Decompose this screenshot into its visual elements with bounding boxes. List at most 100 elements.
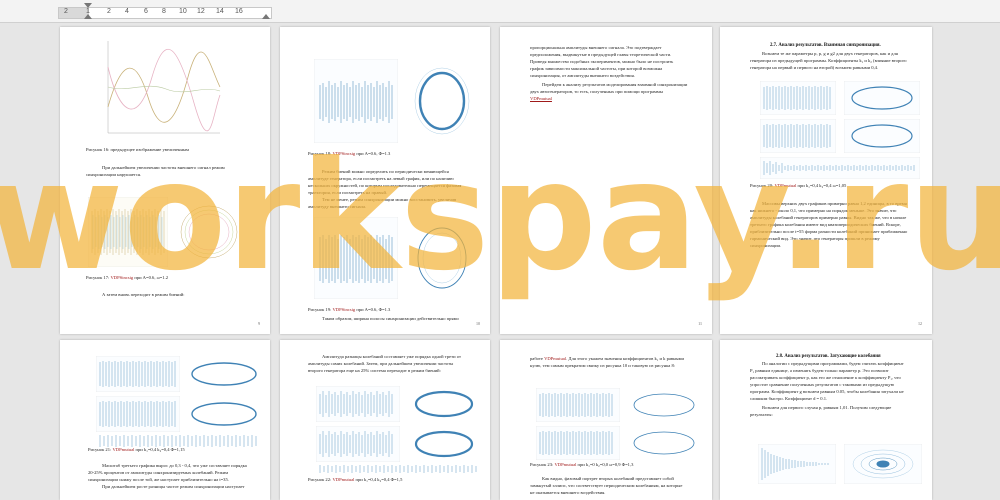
paragraph-line: Перейдем к анализу результатов моделиров… [542, 82, 688, 87]
figure-20-phase-2 [844, 119, 920, 153]
ruler-label: 2 [107, 8, 111, 15]
figure-23-timeseries-1 [536, 388, 620, 422]
paragraph-line: Масштаб третьего графика вырос до 0,3 - … [102, 463, 247, 468]
figure-22-phase-2 [414, 430, 474, 458]
paragraph-line: нескольких окружностей, по которым после… [308, 183, 462, 188]
horizontal-ruler[interactable]: 2 1 2 4 6 8 10 12 14 16 [0, 0, 1000, 23]
figure-23-phase-2 [633, 431, 695, 455]
section-heading: 2.8. Анализ результатов. Затухающие коле… [776, 354, 881, 359]
ruler-label: 12 [197, 8, 205, 15]
ruler-label: 14 [216, 8, 224, 15]
ruler-label: 10 [179, 8, 187, 15]
document-page-11[interactable]: пропорциональна амплитуды внешнего сигна… [500, 27, 712, 334]
page-number: 12 [918, 321, 922, 326]
link-vdpsincsig[interactable]: VDPSincsig [332, 151, 355, 156]
paragraph-line: Массивы верхних двух графиков примерно р… [762, 201, 907, 206]
figure-17-timeseries [88, 197, 168, 267]
paragraph-line: При дальнейшем росте разницы частот режи… [102, 484, 245, 489]
paragraph-line: синхронизации нарушается. [86, 172, 142, 177]
link-vdpmutual[interactable]: VDPmutual [774, 183, 796, 188]
paragraph-line: Возьмем для первого случая p, равным 1,0… [762, 405, 892, 410]
figure-22-timeseries-2 [316, 426, 400, 462]
figure-21-phase-2 [191, 402, 257, 426]
paragraph-line: амплитуду внешнего сигнала. [308, 204, 367, 209]
first-line-indent-marker[interactable] [84, 3, 92, 8]
ruler-label: 8 [162, 8, 166, 15]
figure-20-timeseries-1 [760, 81, 836, 115]
link-vdpmutual[interactable]: VDPmutual [554, 462, 576, 467]
figure-19-timeseries [314, 217, 398, 299]
paragraph-line: Режим биений можно определить по периоди… [322, 169, 449, 174]
paragraph-line: программ. Коэффициент g возьмем равным 0… [750, 389, 904, 394]
ruler-label: 4 [125, 8, 129, 15]
figure-19-phase-portrait [417, 227, 467, 289]
paragraph-line: Р₁ равным единице, а изменять будем толь… [750, 368, 889, 373]
document-page-16[interactable]: 2.8. Анализ результатов. Затухающие коле… [720, 340, 932, 500]
paragraph-line: рассматривать коэффициент p, как его же … [750, 375, 901, 380]
figure-21-timeseries-2 [96, 396, 180, 432]
paragraph-line: амплитуды колебаний генераторов примерно… [750, 215, 907, 220]
paragraph-line: нулю, тем самым прекратим связку из рису… [530, 363, 676, 368]
left-indent-marker[interactable] [84, 14, 92, 19]
link-vdpmutual[interactable]: VDPmutual [530, 96, 552, 102]
paragraph-line: не оказывается внешнего воздействия. [530, 490, 606, 495]
figure-20-phase-1 [844, 81, 920, 115]
figure-22-difference [319, 465, 477, 473]
paragraph-line: генератора на первый и первого на второй… [750, 65, 879, 70]
figure-23-phase-1 [633, 393, 695, 417]
paragraph-line: результаты: [750, 412, 773, 417]
figure-20-timeseries-2 [760, 119, 836, 153]
paragraph-line: приблизительно после t=55 форма разности… [750, 229, 908, 234]
document-page-9[interactable]: Рисунок 16: предыдущее изображение увели… [60, 27, 270, 334]
document-page-13[interactable]: Рисунок 21: VDPmutual при k₁=0,4 k₂=0,4 … [60, 340, 270, 500]
paragraph-line: работе VDPmutual. Для этого укажем значе… [530, 356, 685, 361]
figure-24-damped-timeseries [758, 444, 836, 484]
figure-19-caption: Рисунок 19: VDPSincsig при A=0.6, Φ=1.3 [308, 307, 391, 312]
paragraph-line: замкнутый эллипс, что соответствует пери… [530, 483, 683, 488]
paragraph-line: амплитуды самих колебаний. Затем, при да… [308, 361, 454, 366]
paragraph-line: гармонический вид. Это значит, что генер… [750, 236, 880, 241]
figure-18-phase-portrait [414, 67, 470, 135]
paragraph-line: как нижнего - около 0,1, что примерно на… [750, 208, 897, 213]
section-heading: 2.7. Анализ результатов. Взаимная синхро… [770, 43, 881, 48]
paragraph-line: второго генератора еще на 25% система пе… [308, 368, 441, 373]
figure-21-difference [99, 435, 257, 447]
paragraph-line: слишком быстро. Коэффициент d = 0.1. [750, 396, 828, 401]
document-page-14[interactable]: Амплитуда разницы колебаний составляет у… [280, 340, 490, 500]
ruler-label: 16 [235, 8, 243, 15]
figure-21-timeseries-1 [96, 356, 180, 392]
figure-24-damped-phase [844, 444, 922, 484]
figure-17-caption: Рисунок 17: VDPSincsig при A=0.6, ω=1.2 [86, 275, 168, 280]
paragraph-line: 20-25% процентов от амплитуды синхронизи… [88, 470, 229, 475]
figure-16-plot [107, 41, 221, 134]
paragraph-line: Таким образом, ширина полосы синхронизац… [322, 316, 459, 321]
ruler-label: 6 [144, 8, 148, 15]
figure-16-caption: Рисунок 16: предыдущее изображение увели… [86, 147, 189, 152]
paragraph-line: Как видно, фазовый портрет вторых колеба… [542, 476, 674, 481]
link-vdpmutual[interactable]: VDPmutual [544, 356, 566, 361]
document-page-12[interactable]: 2.7. Анализ результатов. Взаимная синхро… [720, 27, 932, 334]
link-vdpsincsig[interactable]: VDPSincsig [110, 275, 133, 280]
document-page-15[interactable]: работе VDPmutual. Для этого укажем значе… [500, 340, 712, 500]
paragraph-line: график зависимости максимальной частоты,… [530, 66, 663, 71]
paragraph-line: синхронизации. [750, 243, 782, 248]
paragraph-line: Амплитуда разницы колебаний составляет у… [322, 354, 461, 359]
document-page-10[interactable]: Рисунок 18: VDPSincsig при A=0.6, Φ=1.3 … [280, 27, 490, 334]
paragraph-line: траектория, если посмотреть на правый. [308, 190, 388, 195]
figure-22-timeseries-1 [316, 386, 400, 422]
link-vdpmutual[interactable]: VDPmutual [112, 447, 134, 452]
page-number: 11 [698, 321, 702, 326]
link-vdpsincsig[interactable]: VDPSincsig [332, 307, 355, 312]
figure-17-phase-portrait [180, 205, 238, 259]
paragraph-line: Тем не менее, режим синхронизации можно … [322, 197, 457, 202]
figure-22-phase-1 [414, 390, 474, 418]
figure-23-timeseries-2 [536, 426, 620, 460]
paragraph-line: третьего графика колебания имеют вид ква… [750, 222, 901, 227]
link-vdpmutual[interactable]: VDPmutual [332, 477, 354, 482]
right-indent-marker[interactable] [262, 14, 270, 19]
paragraph-line: Возьмем те же параметры р, р, g и g2 для… [762, 51, 898, 56]
paragraph-line: синхронизация, от амплитуды внешнего воз… [530, 73, 635, 78]
figure-18-timeseries [314, 59, 398, 143]
page-number: 10 [476, 321, 480, 326]
ruler-label: 2 [64, 8, 68, 15]
